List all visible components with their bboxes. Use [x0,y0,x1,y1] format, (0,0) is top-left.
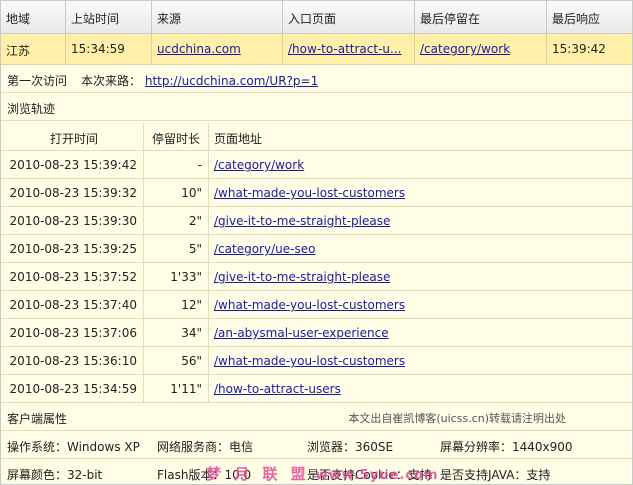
visit-region: 江苏 [1,34,66,64]
table-row: 2010-08-23 15:37:06 34" /an-abysmal-user… [1,319,632,347]
visit-last-response: 15:39:42 [552,42,606,56]
header-region[interactable]: 地域 [1,1,66,33]
tracking-col-url: 页面地址 [214,132,263,146]
header-arrival-time[interactable]: 上站时间 [66,1,152,33]
client-isp: 网络服务商：电信 [157,440,254,454]
row-url-link[interactable]: /give-it-to-me-straight-please [214,270,390,284]
tracking-table: 打开时间 停留时长 页面地址 2010-08-23 15:39:42 - /ca… [1,123,632,403]
table-row: 2010-08-23 15:37:40 12" /what-made-you-l… [1,291,632,319]
row-duration: 34" [144,319,209,346]
visit-last-page-link[interactable]: /category/work [420,42,510,56]
row-duration: 12" [144,291,209,318]
row-url-link[interactable]: /what-made-you-lost-customers [214,354,405,368]
row-url-link[interactable]: /what-made-you-lost-customers [214,298,405,312]
watermark-logo: 梦 月 联 盟 www.5yue.com [206,463,439,484]
row-time: 2010-08-23 15:36:10 [1,347,144,374]
row-url-link[interactable]: /give-it-to-me-straight-please [214,214,390,228]
table-row: 2010-08-23 15:34:59 1'11" /how-to-attrac… [1,375,632,403]
client-properties-row-1: 操作系统：Windows XP 网络服务商：电信 浏览器：360SE 屏幕分辨率… [1,431,632,459]
referrer-link[interactable]: http://ucdchina.com/UR?p=1 [145,74,318,88]
row-time: 2010-08-23 15:39:30 [1,207,144,234]
watermark-brand: 梦 月 联 盟 [206,465,310,483]
table-row: 2010-08-23 15:37:52 1'33" /give-it-to-me… [1,263,632,291]
row-duration: 1'11" [144,375,209,402]
watermark-site: www.5yue.com [315,468,439,483]
row-duration: 56" [144,347,209,374]
table-row: 2010-08-23 15:39:25 5" /category/ue-seo [1,235,632,263]
table-row: 2010-08-23 15:39:32 10" /what-made-you-l… [1,179,632,207]
row-url-link[interactable]: /an-abysmal-user-experience [214,326,389,340]
client-os: 操作系统：Windows XP [7,440,140,454]
copyright-credit: 本文出自崔凯博客(uicss.cn)转载请注明出处 [348,412,566,425]
table-row: 2010-08-23 15:39:42 - /category/work [1,151,632,179]
header-last-response[interactable]: 最后响应 [547,1,632,33]
row-duration: 2" [144,207,209,234]
row-time: 2010-08-23 15:34:59 [1,375,144,402]
tracking-header: 打开时间 停留时长 页面地址 [1,123,632,151]
row-duration: 5" [144,235,209,262]
row-time: 2010-08-23 15:37:40 [1,291,144,318]
row-url-link[interactable]: /category/work [214,158,304,172]
selected-visit-row[interactable]: 江苏 15:34:59 ucdchina.com /how-to-attract… [1,34,632,65]
visit-entry-page-link[interactable]: /how-to-attract-u... [288,42,401,56]
visit-arrival-time: 15:34:59 [66,34,152,64]
header-entry-page[interactable]: 入口页面 [283,1,415,33]
row-duration: 1'33" [144,263,209,290]
row-url-link[interactable]: /category/ue-seo [214,242,315,256]
row-time: 2010-08-23 15:39:25 [1,235,144,262]
row-time: 2010-08-23 15:37:52 [1,263,144,290]
client-color-depth: 屏幕颜色：32-bit [7,468,103,482]
row-time: 2010-08-23 15:37:06 [1,319,144,346]
tracking-title: 浏览轨迹 [1,93,632,121]
tracking-col-time: 打开时间 [1,123,144,150]
row-url-link[interactable]: /how-to-attract-users [214,382,341,396]
row-time: 2010-08-23 15:39:32 [1,179,144,206]
visit-info-line: 第一次访问 本次来路： http://ucdchina.com/UR?p=1 [1,65,632,93]
client-properties-title: 客户端属性 [7,412,68,426]
client-java-support: 是否支持JAVA：支持 [440,468,551,482]
table-row: 2010-08-23 15:39:30 2" /give-it-to-me-st… [1,207,632,235]
row-duration: - [144,151,209,178]
header-source[interactable]: 来源 [152,1,283,33]
visitor-detail-panel: 地域 上站时间 来源 入口页面 最后停留在 最后响应 江苏 15:34:59 u… [0,0,633,485]
row-time: 2010-08-23 15:39:42 [1,151,144,178]
tracking-col-duration: 停留时长 [144,123,209,150]
row-duration: 10" [144,179,209,206]
client-browser: 浏览器：360SE [307,440,394,454]
table-row: 2010-08-23 15:36:10 56" /what-made-you-l… [1,347,632,375]
row-url-link[interactable]: /what-made-you-lost-customers [214,186,405,200]
visit-source-link[interactable]: ucdchina.com [157,42,241,56]
header-last-page[interactable]: 最后停留在 [415,1,547,33]
client-properties-header: 客户端属性 本文出自崔凯博客(uicss.cn)转载请注明出处 [1,403,632,431]
client-resolution: 屏幕分辨率：1440x900 [440,440,573,454]
first-visit-label: 第一次访问 [7,74,68,88]
table-header: 地域 上站时间 来源 入口页面 最后停留在 最后响应 [1,1,632,34]
referrer-label: 本次来路： [81,74,142,88]
